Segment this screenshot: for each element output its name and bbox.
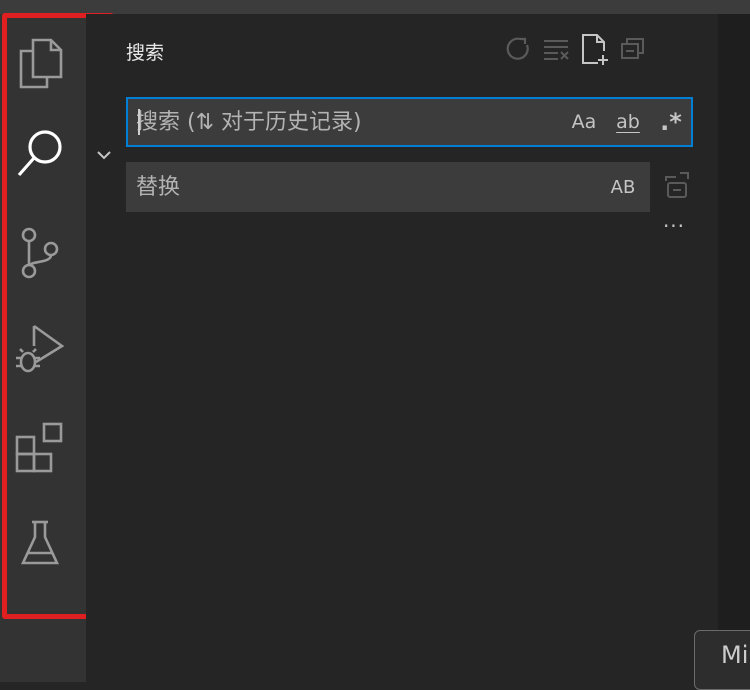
toggle-replace-button[interactable] [92, 143, 116, 167]
match-case-label: Aa [571, 111, 597, 133]
match-case-toggle[interactable]: Aa [564, 107, 604, 137]
search-input[interactable] [136, 99, 556, 145]
editor-area [718, 14, 750, 682]
more-icon: ··· [662, 214, 686, 238]
sidebar-title-actions [500, 34, 652, 68]
search-box: Aa ab .* [126, 97, 693, 147]
bottom-corner-button[interactable]: Mi [694, 630, 750, 690]
activity-explorer[interactable] [6, 28, 74, 98]
sidebar-title: 搜索 [126, 42, 165, 64]
replace-all-button[interactable] [660, 172, 694, 204]
explorer-icon [17, 37, 63, 89]
bottom-button-label: Mi [721, 641, 749, 669]
refresh-button[interactable] [500, 34, 538, 68]
activity-source-control[interactable] [6, 218, 74, 288]
new-file-icon [580, 33, 610, 69]
activity-testing[interactable] [6, 508, 74, 578]
activity-search[interactable] [6, 118, 74, 188]
activity-bar [0, 14, 86, 682]
activity-run-debug[interactable] [6, 314, 74, 384]
match-whole-word-toggle[interactable]: ab [608, 107, 648, 137]
more-options-button[interactable]: ··· [658, 214, 690, 238]
use-regex-toggle[interactable]: .* [654, 107, 688, 137]
whole-word-label: ab [616, 111, 640, 133]
refresh-icon [506, 36, 532, 66]
title-bar [0, 0, 750, 14]
clear-all-icon [542, 36, 572, 66]
chevron-down-icon [95, 146, 113, 165]
replace-all-icon [662, 171, 692, 205]
run-debug-icon [14, 322, 66, 376]
replace-input[interactable] [136, 162, 576, 212]
search-icon [15, 127, 65, 179]
text-caret [138, 109, 140, 135]
regex-label: .* [660, 108, 682, 136]
collapse-all-button[interactable] [614, 34, 652, 68]
new-search-editor-button[interactable] [576, 34, 614, 68]
preserve-case-label: AB [610, 176, 636, 198]
collapse-all-icon [619, 36, 647, 66]
source-control-icon [20, 227, 60, 279]
extensions-icon [14, 421, 66, 473]
preserve-case-toggle[interactable]: AB [606, 172, 640, 202]
replace-box: AB [126, 162, 650, 212]
activity-extensions[interactable] [6, 412, 74, 482]
clear-results-button[interactable] [538, 34, 576, 68]
testing-icon [20, 519, 60, 567]
